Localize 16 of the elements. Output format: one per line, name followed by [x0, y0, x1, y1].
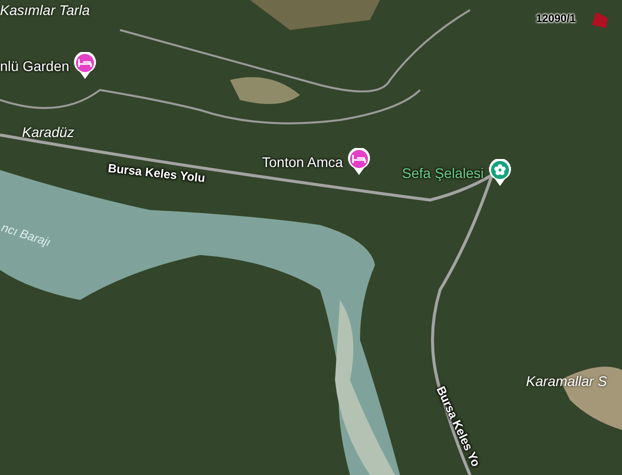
parcel-outline	[592, 12, 608, 28]
waterfall-label[interactable]: Sefa Şelalesi	[402, 162, 484, 184]
road-label: Bursa Keles Yo	[432, 383, 484, 470]
hotel-label[interactable]: Tonton Amca	[262, 152, 343, 172]
place-label: Karamallar S	[526, 372, 607, 391]
bare-field	[230, 77, 300, 104]
bed-pin-icon[interactable]	[346, 148, 371, 176]
flower-pin-icon[interactable]	[488, 159, 512, 187]
road-label: Bursa Keles Yolu	[107, 160, 206, 188]
hotel-label[interactable]: nlü Garden	[0, 56, 70, 76]
water-label: ncı Barajı	[0, 219, 53, 252]
satellite-map[interactable]: Kasımlar Tarla nlü Garden Karadüz Bursa Keles Yolu Tonton Amca Sefa Şelalesi ncı Barajı 12090/1 Karamallar S Bursa Keles Yo	[0, 0, 622, 475]
place-label: Karadüz	[22, 123, 74, 142]
bed-pin-icon[interactable]	[73, 52, 98, 80]
place-label: Kasımlar Tarla	[0, 1, 90, 20]
parcel-label: 12090/1	[536, 12, 576, 27]
